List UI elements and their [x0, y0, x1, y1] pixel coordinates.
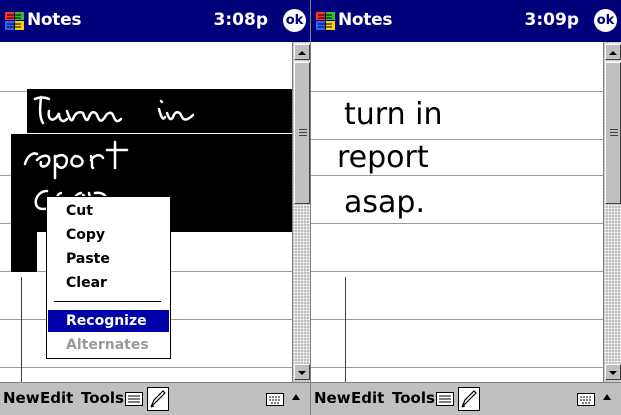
grip-line	[299, 135, 307, 136]
handwriting-ink	[23, 140, 129, 180]
title-bar: Notes 3:08p ok	[0, 0, 310, 42]
menu-item-alternates: Alternates	[66, 337, 149, 353]
typed-text-line-2[interactable]: report	[337, 140, 429, 175]
grip-line	[299, 129, 307, 130]
down-arrow-icon	[298, 371, 306, 375]
pen-button[interactable]	[147, 387, 169, 411]
record-icon[interactable]	[436, 392, 454, 406]
ok-button[interactable]: ok	[594, 9, 617, 32]
margin-line	[21, 277, 22, 382]
typed-text-line-1[interactable]: turn in	[344, 97, 442, 132]
menu-item-clear[interactable]: Clear	[48, 272, 169, 294]
up-arrow-icon[interactable]	[292, 394, 300, 400]
vertical-scrollbar[interactable]	[292, 42, 310, 382]
grip-line	[610, 135, 618, 136]
ruled-line	[311, 367, 603, 368]
down-arrow-icon	[609, 371, 617, 375]
pen-button[interactable]	[458, 387, 480, 411]
ruled-line	[311, 271, 603, 272]
grip-line	[610, 129, 618, 130]
clock[interactable]: 3:09p	[525, 10, 579, 30]
ruled-line	[311, 319, 603, 320]
scroll-down-button[interactable]	[605, 364, 621, 380]
menu-item-copy[interactable]: Copy	[48, 224, 169, 246]
menu-item-paste[interactable]: Paste	[48, 248, 169, 270]
pen-icon	[150, 390, 166, 408]
vertical-scrollbar[interactable]	[603, 42, 621, 382]
menu-edit[interactable]: Edit	[351, 389, 384, 407]
ruled-line	[0, 367, 292, 368]
selected-ink-line-1[interactable]	[27, 89, 292, 133]
up-arrow-icon[interactable]	[603, 394, 611, 400]
handwriting-ink	[33, 95, 195, 125]
notes-app-icon[interactable]	[4, 11, 26, 31]
scroll-up-button[interactable]	[605, 44, 621, 60]
menu-edit[interactable]: Edit	[40, 389, 73, 407]
clock[interactable]: 3:08p	[214, 10, 268, 30]
ok-button[interactable]: ok	[283, 9, 306, 32]
app-title: Notes	[338, 10, 393, 30]
grip-line	[299, 132, 307, 133]
menu-tools[interactable]: Tools	[392, 389, 435, 407]
menu-tools[interactable]: Tools	[81, 389, 124, 407]
title-bar: Notes 3:09p ok	[311, 0, 621, 42]
ruled-line	[311, 223, 603, 224]
menu-item-recognize[interactable]: Recognize	[48, 310, 169, 332]
ruled-line	[311, 91, 603, 92]
app-title: Notes	[27, 10, 82, 30]
command-bar: New Edit Tools	[0, 382, 310, 415]
up-arrow-icon	[298, 51, 306, 55]
ruled-line	[311, 175, 603, 176]
keyboard-icon[interactable]	[266, 393, 284, 406]
pen-icon	[461, 390, 477, 408]
context-menu: Cut Copy Paste Clear Recognize Alternate…	[46, 196, 171, 359]
selected-ink-line-2[interactable]	[11, 134, 292, 181]
keyboard-icon[interactable]	[577, 393, 595, 406]
menu-new[interactable]: New	[314, 389, 351, 407]
command-bar: New Edit Tools	[311, 382, 621, 415]
notes-window-right: Notes 3:09p ok turn in report asap. New	[311, 0, 621, 415]
text-cursor	[345, 277, 346, 382]
menu-separator	[54, 301, 161, 302]
menu-new[interactable]: New	[3, 389, 40, 407]
note-page[interactable]: turn in report asap.	[311, 42, 603, 382]
typed-text-line-3[interactable]: asap.	[344, 185, 425, 220]
scroll-up-button[interactable]	[294, 44, 310, 60]
scroll-down-button[interactable]	[294, 364, 310, 380]
scroll-thumb[interactable]	[294, 62, 310, 204]
record-icon[interactable]	[125, 392, 143, 406]
scroll-thumb[interactable]	[605, 62, 621, 204]
up-arrow-icon	[609, 51, 617, 55]
menu-item-cut[interactable]: Cut	[48, 200, 169, 222]
grip-line	[610, 132, 618, 133]
notes-app-icon[interactable]	[315, 11, 337, 31]
notes-window-left: Notes 3:08p ok Cut Copy Paste Clear Reco…	[0, 0, 310, 415]
